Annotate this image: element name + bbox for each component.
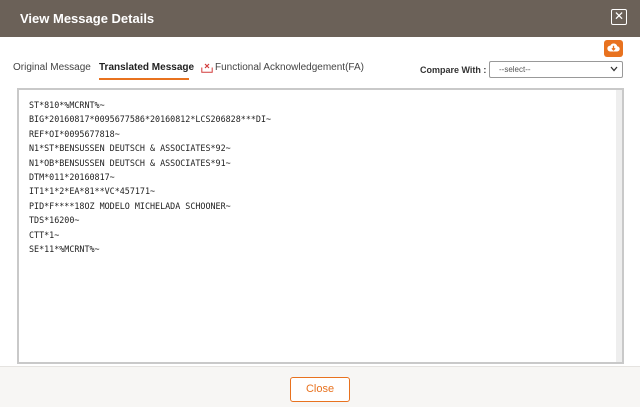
- message-scrollbar[interactable]: [616, 90, 622, 362]
- tab-translated-message[interactable]: Translated Message: [99, 62, 194, 73]
- message-line: BIG*20160817*0095677586*20160812*LCS2068…: [29, 114, 272, 125]
- message-line: TDS*16200~: [29, 215, 80, 226]
- tab-original-message[interactable]: Original Message: [13, 62, 91, 73]
- close-button[interactable]: Close: [290, 377, 350, 402]
- error-envelope-icon: [201, 63, 213, 73]
- compare-with-label: Compare With :: [420, 65, 487, 75]
- dialog-titlebar: View Message Details ✕: [0, 0, 640, 37]
- dialog-footer: Close: [0, 366, 640, 407]
- active-tab-indicator: [99, 78, 189, 80]
- message-line: ST*810*%MCRNT%~: [29, 100, 105, 110]
- chevron-down-icon: [610, 66, 618, 72]
- message-line: SE*11*%MCRNT%~: [29, 244, 100, 255]
- message-line: IT1*1*2*EA*81**VC*457171~: [29, 186, 156, 197]
- compare-selected-value: --select--: [499, 65, 531, 74]
- message-line: CTT*1~: [29, 229, 60, 240]
- message-line: N1*OB*BENSUSSEN DEUTSCH & ASSOCIATES*91~: [29, 157, 231, 168]
- tab-functional-acknowledgement[interactable]: Functional Acknowledgement(FA): [215, 62, 364, 73]
- message-line: PID*F****18OZ MODELO MICHELADA SCHOONER~: [29, 200, 231, 211]
- cloud-download-icon[interactable]: [604, 40, 623, 57]
- message-line: N1*ST*BENSUSSEN DEUTSCH & ASSOCIATES*92~: [29, 143, 231, 154]
- dialog-title: View Message Details: [20, 11, 155, 26]
- message-line: REF*OI*0095677818~: [29, 128, 120, 139]
- message-line: DTM*011*20160817~: [29, 172, 115, 183]
- message-content-area[interactable]: ST*810*%MCRNT%~ BIG*20160817*0095677586*…: [17, 88, 624, 364]
- close-icon[interactable]: ✕: [611, 9, 627, 25]
- compare-with-select[interactable]: --select--: [489, 61, 623, 78]
